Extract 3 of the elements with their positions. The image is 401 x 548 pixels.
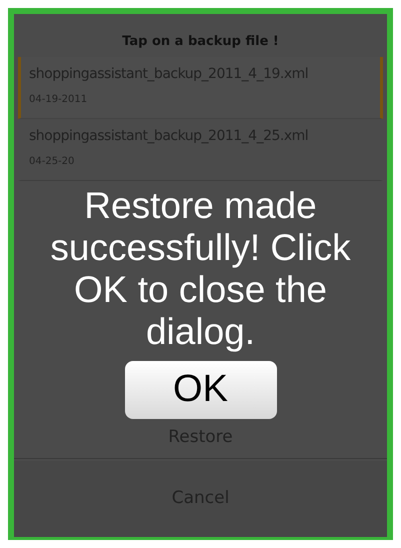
ok-button[interactable]: OK — [124, 360, 276, 418]
dialog-title: Tap on a backup file ! — [121, 33, 280, 51]
success-message: Restore made successfully! Click OK to close the dialog. — [49, 184, 352, 352]
